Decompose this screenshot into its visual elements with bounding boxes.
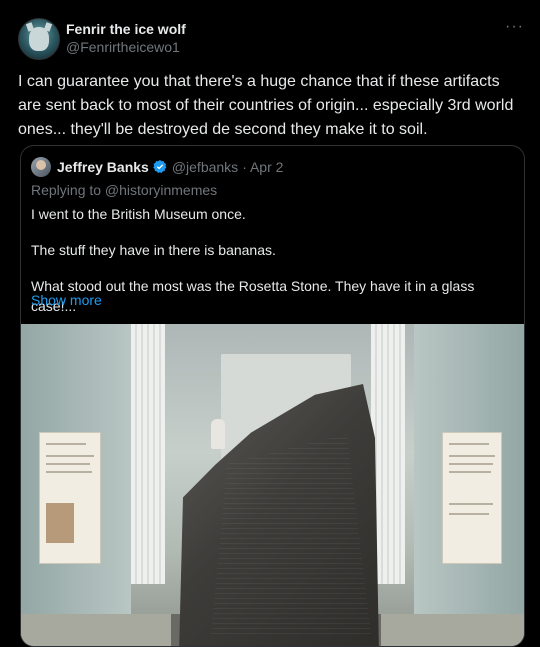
show-more-link[interactable]: Show more [31,292,102,308]
more-options-icon[interactable]: ··· [505,18,524,36]
info-sign-right [442,432,502,564]
quote-handle[interactable]: @jefbanks [172,159,238,175]
quote-paragraph: I went to the British Museum once. [31,206,246,222]
statue [211,419,225,449]
stone-inscription [211,434,371,634]
author-display-name[interactable]: Fenrir the ice wolf [66,21,186,37]
quote-text: I went to the British Museum once. The s… [31,204,516,316]
author-avatar[interactable] [18,18,60,60]
author-names: Fenrir the ice wolf @Fenrirtheicewo1 [66,21,186,55]
quote-date[interactable]: · Apr 2 [242,159,283,175]
column-left [131,324,165,584]
rosetta-stone-photo[interactable] [21,324,524,646]
quote-paragraph: What stood out the most was the Rosetta … [31,278,475,314]
quote-avatar[interactable] [31,157,51,177]
replying-to: Replying to @historyinmemes [31,182,218,198]
author-handle[interactable]: @Fenrirtheicewo1 [66,39,186,55]
quote-paragraph: The stuff they have in there is bananas. [31,242,276,258]
quote-display-name[interactable]: Jeffrey Banks [57,159,149,175]
quote-header: Jeffrey Banks @jefbanks · Apr 2 [31,156,283,178]
quoted-tweet[interactable]: Jeffrey Banks @jefbanks · Apr 2 Replying… [20,145,525,647]
verified-badge-icon [153,160,167,173]
info-sign-left [39,432,101,564]
tweet-header: Fenrir the ice wolf @Fenrirtheicewo1 ··· [18,18,528,60]
tweet-body: I can guarantee you that there's a huge … [18,73,514,138]
